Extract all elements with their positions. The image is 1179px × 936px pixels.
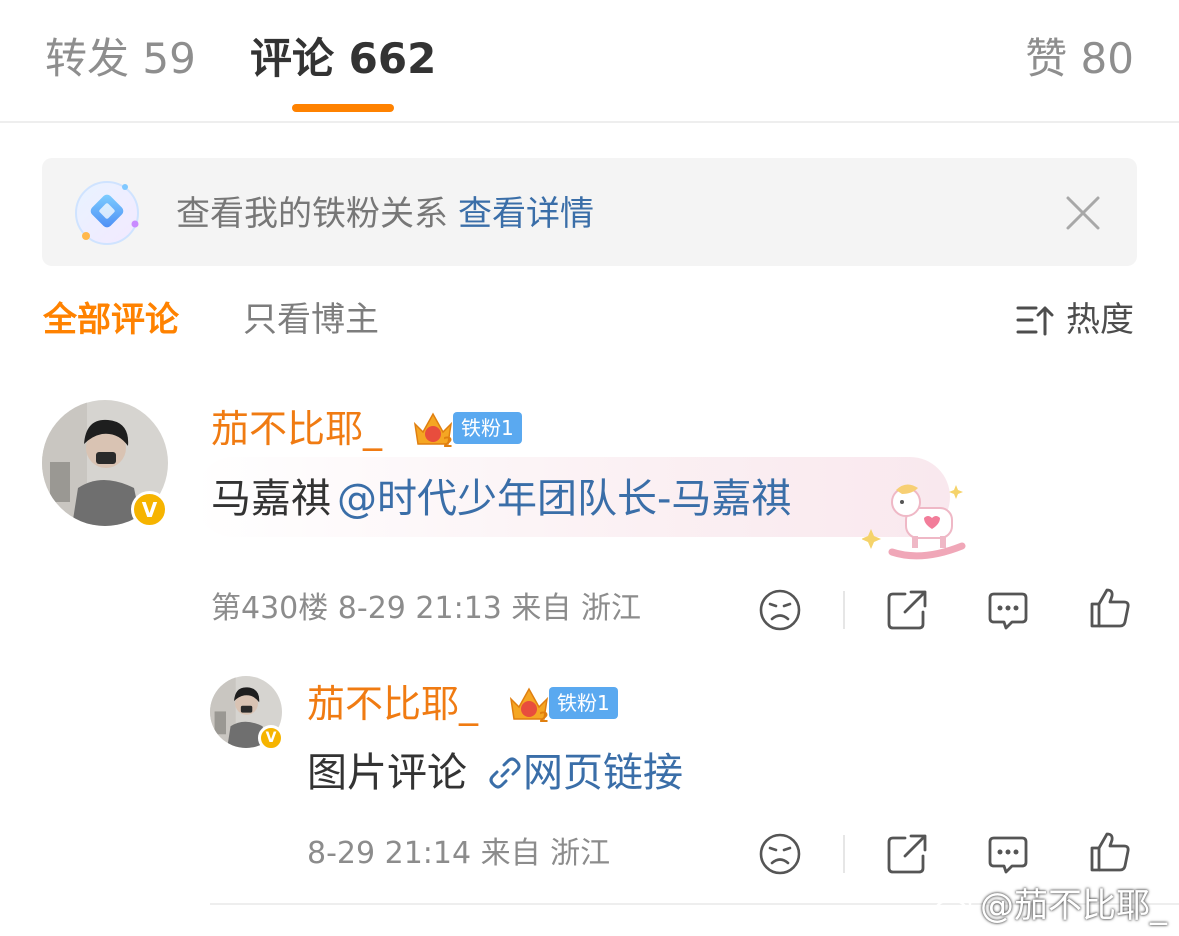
- fan-banner-details-link[interactable]: 查看详情: [458, 194, 594, 234]
- dislike-face-icon[interactable]: [758, 588, 802, 632]
- mention-link[interactable]: @时代少年团队长-马嘉祺: [337, 476, 791, 522]
- comment-icon[interactable]: [986, 832, 1030, 876]
- crown-icon: 2: [413, 412, 453, 450]
- reply-text: 图片评论: [307, 750, 467, 796]
- comment-icon[interactable]: [986, 588, 1030, 632]
- filter-all-comments[interactable]: 全部评论: [43, 296, 179, 344]
- reply-meta: 8-29 21:14 来自 浙江: [307, 836, 611, 871]
- action-divider: [843, 835, 845, 873]
- comment-meta: 第430楼 8-29 21:13 来自 浙江: [211, 591, 641, 626]
- tab-repost[interactable]: 转发 59: [45, 30, 196, 88]
- weibo-watermark: @茄不比耶_: [934, 883, 1167, 929]
- verified-badge: V: [258, 725, 284, 751]
- share-icon[interactable]: [885, 588, 929, 632]
- web-link[interactable]: 网页链接: [487, 746, 683, 800]
- fan-banner-label: 查看我的铁粉关系: [176, 194, 448, 234]
- fan-badge[interactable]: 2 铁粉1: [411, 406, 522, 450]
- thumbs-up-icon[interactable]: [1088, 586, 1132, 630]
- rocking-horse-sticker: [862, 484, 966, 560]
- tabs-divider: [0, 121, 1179, 123]
- crown-icon: 2: [509, 687, 549, 725]
- reply-content: 图片评论 网页链接: [307, 746, 683, 800]
- watermark-text: @茄不比耶_: [980, 886, 1167, 926]
- share-icon[interactable]: [885, 832, 929, 876]
- tab-comment[interactable]: 评论 662: [250, 30, 436, 88]
- fan-tag: 铁粉1: [453, 412, 522, 444]
- verified-badge: V: [131, 491, 168, 528]
- diamond-icon: [75, 181, 139, 245]
- tab-like[interactable]: 赞 80: [1025, 30, 1134, 88]
- fan-badge[interactable]: 2 铁粉1: [507, 681, 618, 725]
- fan-level-number: 2: [539, 710, 549, 725]
- link-icon: [489, 757, 521, 789]
- reply-username[interactable]: 茄不比耶_: [307, 678, 478, 730]
- thumbs-up-icon[interactable]: [1088, 830, 1132, 874]
- active-tab-indicator: [292, 104, 394, 112]
- fan-level-number: 2: [443, 435, 453, 450]
- action-divider: [843, 591, 845, 629]
- sort-icon: [1016, 306, 1054, 336]
- fan-banner-text: 查看我的铁粉关系 查看详情: [176, 190, 594, 238]
- comment-username[interactable]: 茄不比耶_: [211, 403, 382, 455]
- weibo-logo-icon: [934, 894, 972, 922]
- filter-blogger-only[interactable]: 只看博主: [243, 296, 379, 344]
- fan-tag: 铁粉1: [549, 687, 618, 719]
- sort-label: 热度: [1066, 300, 1134, 340]
- sort-by-popularity-button[interactable]: 热度: [1016, 296, 1134, 344]
- comment-text: 马嘉祺: [211, 476, 331, 522]
- web-link-label: 网页链接: [523, 750, 683, 796]
- dislike-face-icon[interactable]: [758, 832, 802, 876]
- close-icon[interactable]: [1062, 192, 1104, 234]
- comment-content: 马嘉祺 @时代少年团队长-马嘉祺: [211, 472, 791, 526]
